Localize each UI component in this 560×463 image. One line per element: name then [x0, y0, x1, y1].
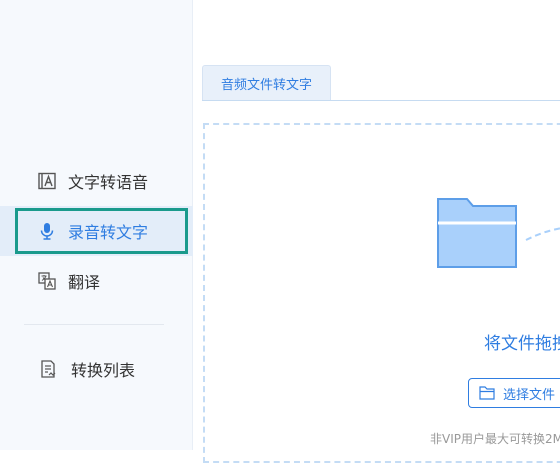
dashed-arrow-icon [525, 227, 560, 241]
sidebar-item-text-to-speech[interactable]: 文字转语音 [0, 156, 193, 206]
select-file-button[interactable]: 选择文件 [468, 378, 560, 408]
sidebar: 文字转语音 录音转文字 翻译 转换列表 [0, 0, 193, 450]
drop-hint-text: 将文件拖拽 [484, 334, 560, 354]
microphone-icon [37, 221, 57, 241]
folder-outline-icon [479, 386, 495, 400]
main-panel: 音频文件转文字 将文件拖拽 选择文件 非VIP用户最大可转换2M [194, 0, 560, 463]
file-drop-zone[interactable] [203, 123, 560, 463]
sidebar-item-translate[interactable]: 翻译 [0, 256, 193, 306]
sidebar-item-label: 翻译 [68, 273, 101, 292]
text-to-speech-icon [37, 171, 57, 191]
folder-icon [437, 198, 517, 268]
tab-underline [202, 100, 560, 101]
tab-audio-file-to-text[interactable]: 音频文件转文字 [202, 65, 331, 101]
sidebar-item-label: 文字转语音 [68, 173, 149, 192]
upload-limit-text: 非VIP用户最大可转换2M [430, 432, 560, 446]
list-icon [38, 359, 58, 379]
sidebar-item-conversion-list[interactable]: 转换列表 [0, 344, 193, 394]
sidebar-item-label: 录音转文字 [68, 223, 149, 242]
translate-icon [37, 271, 57, 291]
sidebar-item-label: 转换列表 [71, 361, 136, 380]
select-file-label: 选择文件 [503, 387, 556, 403]
sidebar-item-audio-to-text[interactable]: 录音转文字 [0, 206, 193, 256]
sidebar-divider [24, 324, 164, 325]
